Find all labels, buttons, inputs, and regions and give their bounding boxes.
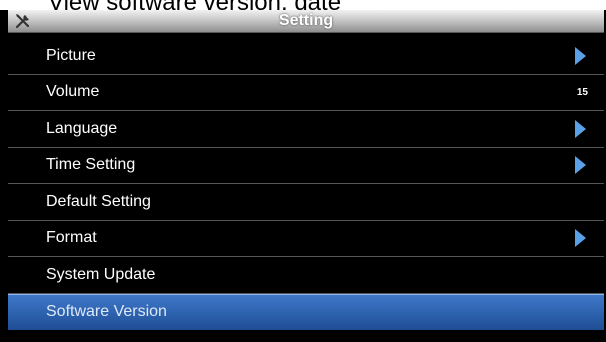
menu-item-volume[interactable]: Volume 15	[8, 75, 604, 111]
menu-item-default-setting[interactable]: Default Setting	[8, 184, 604, 221]
menu-item-label: Software Version	[46, 303, 167, 321]
menu-item-label: Language	[46, 119, 118, 137]
menu-item-system-update[interactable]: System Update	[8, 257, 604, 294]
menu-item-time-setting[interactable]: Time Setting	[8, 148, 604, 184]
menu-item-label: Default Setting	[46, 192, 151, 210]
arrow-right-icon	[575, 46, 586, 65]
settings-menu: Picture Volume 15 Language Time Setting …	[8, 38, 604, 330]
title-bar: Setting	[8, 10, 604, 33]
menu-item-format[interactable]: Format	[8, 221, 604, 257]
volume-value: 15	[576, 86, 588, 98]
menu-item-label: Volume	[46, 83, 100, 101]
arrow-right-icon	[575, 229, 586, 248]
menu-item-label: Picture	[46, 46, 96, 64]
page-title: Setting	[278, 12, 334, 29]
arrow-right-icon	[575, 156, 586, 175]
menu-item-label: Format	[46, 229, 97, 247]
menu-item-software-version[interactable]: Software Version	[8, 293, 604, 330]
menu-item-picture[interactable]: Picture	[8, 38, 604, 75]
arrow-right-icon	[575, 119, 586, 138]
menu-item-label: Time Setting	[46, 156, 136, 174]
menu-item-language[interactable]: Language	[8, 111, 604, 148]
menu-item-label: System Update	[46, 265, 156, 283]
